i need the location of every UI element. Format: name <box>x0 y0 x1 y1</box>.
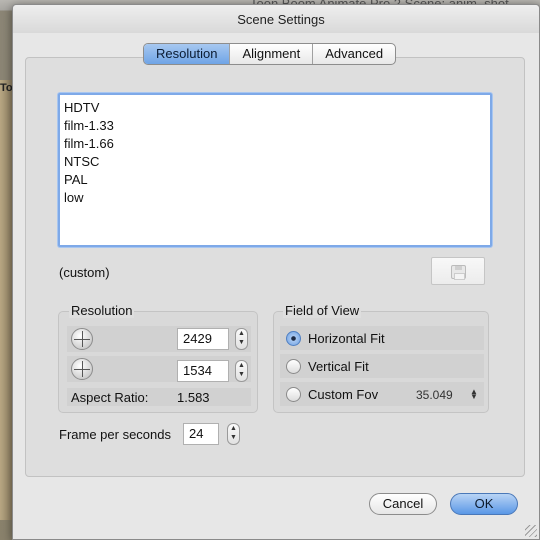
horizontal-fit-label[interactable]: Horizontal Fit <box>308 331 385 346</box>
vertical-fit-label[interactable]: Vertical Fit <box>308 359 369 374</box>
vertical-fit-radio[interactable] <box>286 359 301 374</box>
height-stepper[interactable]: ▲ ▼ <box>235 360 248 382</box>
stepper-up-icon[interactable]: ▲ <box>236 361 247 370</box>
cancel-button[interactable]: Cancel <box>369 493 437 515</box>
stepper-up-icon[interactable]: ▲ <box>228 424 239 433</box>
preset-item-hdtv[interactable]: HDTV <box>64 99 486 117</box>
resolution-group-title: Resolution <box>69 303 135 318</box>
tab-resolution[interactable]: Resolution <box>144 44 231 64</box>
width-input[interactable]: 2429 <box>177 328 229 350</box>
width-stepper[interactable]: ▲ ▼ <box>235 328 248 350</box>
dialog-title: Scene Settings <box>13 5 539 33</box>
custom-fov-value[interactable]: 35.049 <box>416 388 453 402</box>
preset-list[interactable]: HDTV film-1.33 film-1.66 NTSC PAL low <box>58 93 492 247</box>
field-of-view-group: Horizontal Fit Vertical Fit Custom Fov 3… <box>273 311 489 413</box>
preset-item-ntsc[interactable]: NTSC <box>64 153 486 171</box>
resolution-group: 2429 ▲ ▼ 1534 ▲ ▼ Aspect Ratio: 1.583 <box>58 311 258 413</box>
height-crosshair-icon[interactable] <box>71 358 93 380</box>
height-input[interactable]: 1534 <box>177 360 229 382</box>
custom-fov-radio[interactable] <box>286 387 301 402</box>
tab-bar: Resolution Alignment Advanced <box>143 43 397 65</box>
scene-settings-dialog: Scene Settings Resolution Alignment Adva… <box>12 4 540 540</box>
fps-input[interactable]: 24 <box>183 423 219 445</box>
tab-alignment[interactable]: Alignment <box>230 44 314 64</box>
preset-item-film-166[interactable]: film-1.66 <box>64 135 486 153</box>
preset-item-low[interactable]: low <box>64 189 486 207</box>
resize-grip-icon[interactable] <box>525 525 537 537</box>
width-crosshair-icon[interactable] <box>71 328 93 350</box>
save-disk-icon <box>451 265 466 280</box>
stepper-down-icon[interactable]: ▼ <box>470 393 478 401</box>
aspect-ratio-label: Aspect Ratio: <box>71 390 149 405</box>
tab-advanced[interactable]: Advanced <box>313 44 395 64</box>
field-of-view-group-title: Field of View <box>283 303 362 318</box>
custom-fov-stepper[interactable]: ▲ ▼ <box>470 388 478 401</box>
horizontal-fit-radio[interactable] <box>286 331 301 346</box>
stepper-down-icon[interactable]: ▼ <box>228 433 239 442</box>
stepper-up-icon[interactable]: ▲ <box>236 329 247 338</box>
fps-stepper[interactable]: ▲ ▼ <box>227 423 240 445</box>
save-preset-button[interactable] <box>431 257 485 285</box>
custom-fov-label[interactable]: Custom Fov <box>308 387 378 402</box>
preset-item-pal[interactable]: PAL <box>64 171 486 189</box>
stepper-down-icon[interactable]: ▼ <box>236 370 247 379</box>
preset-item-film-133[interactable]: film-1.33 <box>64 117 486 135</box>
aspect-ratio-value: 1.583 <box>177 390 210 405</box>
stepper-down-icon[interactable]: ▼ <box>236 338 247 347</box>
selected-preset-label: (custom) <box>59 265 110 280</box>
ok-button[interactable]: OK <box>450 493 518 515</box>
background-left-label: To <box>0 82 13 94</box>
fps-label: Frame per seconds <box>59 427 171 442</box>
